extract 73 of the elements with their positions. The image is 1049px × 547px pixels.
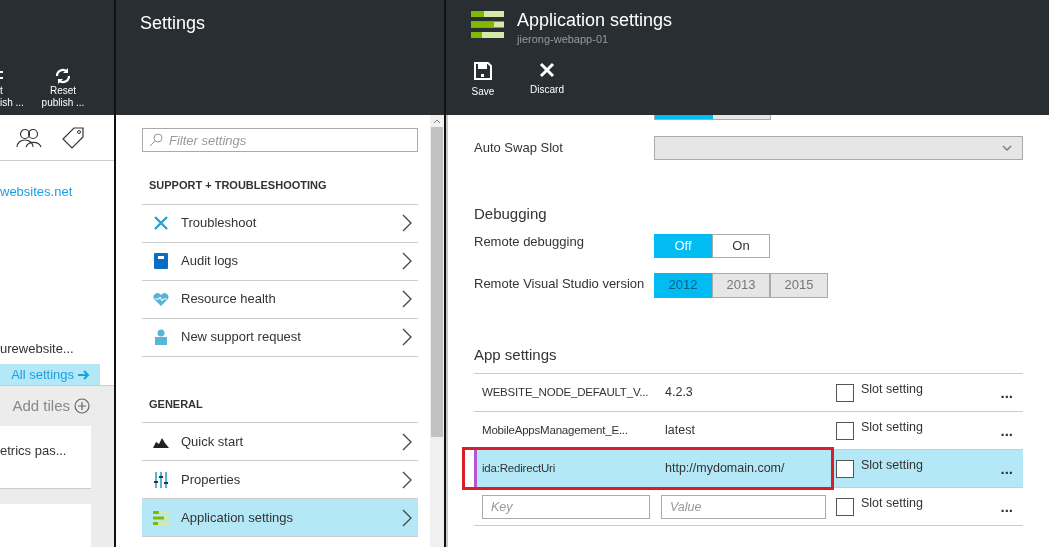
blade-title: Settings — [140, 13, 206, 33]
settings-list-icon — [471, 11, 504, 38]
checkbox[interactable] — [836, 459, 854, 478]
settings-item-label: New support request — [181, 328, 302, 347]
more-button[interactable]: ... — [1000, 499, 1013, 514]
scrollbar[interactable] — [430, 115, 444, 547]
tools-icon — [153, 215, 169, 231]
close-icon — [539, 61, 555, 78]
more-button[interactable]: ... — [1000, 385, 1013, 400]
chevron-right-icon — [402, 290, 412, 308]
refresh-icon — [54, 67, 72, 85]
settings-item-label: Resource health — [181, 290, 277, 309]
save-icon — [474, 61, 492, 80]
toolbar-button[interactable]: Reset publish ... — [38, 67, 88, 109]
settings-item-label: Troubleshoot — [181, 214, 258, 233]
slot-setting-label: Slot setting — [861, 419, 924, 437]
field-label: Auto Swap Slot — [474, 139, 564, 158]
chevron-right-icon — [402, 432, 412, 451]
settings-item-label: Application settings — [181, 508, 294, 527]
checkbox[interactable] — [836, 497, 854, 516]
setting-value: http://mydomain.com/ — [665, 460, 785, 478]
host-name: urewebsite... — [0, 339, 75, 358]
search-icon — [149, 133, 163, 147]
tile-card[interactable]: etrics pas... — [0, 426, 91, 489]
field-label: Remote Visual Studio version — [474, 274, 646, 293]
toggle-option[interactable]: On — [712, 233, 770, 258]
sliders-icon — [153, 471, 169, 488]
settings-list-icon — [153, 510, 169, 525]
tag-icon[interactable] — [62, 126, 84, 149]
command-button[interactable]: Discard — [525, 61, 569, 99]
key-field[interactable]: Key — [482, 494, 650, 519]
chevron-right-icon — [402, 508, 412, 527]
blade-subtitle: jierong-webapp-01 — [517, 32, 610, 47]
add-icon[interactable] — [74, 398, 90, 414]
settings-item-label: Audit logs — [181, 252, 240, 271]
slot-setting-label: Slot setting — [861, 457, 924, 475]
setting-key: MobileAppsManagement_E... — [482, 421, 628, 440]
toggle-segment[interactable] — [712, 115, 770, 119]
arrow-right-icon — [78, 369, 90, 380]
toggle-segment[interactable] — [655, 115, 713, 119]
chevron-right-icon — [402, 470, 412, 489]
checkbox[interactable] — [836, 421, 854, 440]
chevron-down-icon — [1002, 145, 1012, 151]
person-icon — [154, 329, 168, 345]
setting-key: WEBSITE_NODE_DEFAULT_V... — [482, 383, 649, 402]
settings-item-label: Quick start — [181, 432, 245, 451]
settings-item-label: Properties — [181, 470, 242, 489]
field-label: Remote debugging — [474, 232, 585, 251]
section-heading: App settings — [474, 343, 1023, 374]
chevron-right-icon — [402, 214, 412, 232]
section-heading: Debugging — [474, 204, 548, 224]
more-button[interactable]: ... — [1000, 461, 1013, 476]
toolbar-button[interactable]: t ish ... — [0, 69, 30, 109]
setting-key: ida:RedirectUri — [482, 459, 556, 478]
chevron-right-icon — [402, 252, 412, 270]
book-icon — [154, 253, 168, 269]
chevron-right-icon — [402, 328, 412, 346]
slot-setting-label: Slot setting — [861, 381, 924, 399]
checkbox[interactable] — [836, 383, 854, 402]
more-button[interactable]: ... — [1000, 423, 1013, 438]
setting-value: latest — [665, 422, 695, 440]
value-field[interactable]: Value — [661, 494, 826, 519]
tile-text: etrics pas... — [0, 443, 67, 458]
app-setting-row[interactable]: WEBSITE_NODE_DEFAULT_V... 4.2.3 Slot setting ... — [474, 374, 1023, 412]
settings-item[interactable]: Application settings — [142, 499, 418, 537]
filter-field[interactable]: Filter settings — [142, 128, 418, 152]
command-button[interactable]: Save — [461, 61, 505, 99]
section-heading: SUPPORT + TROUBLESHOOTING — [142, 177, 418, 205]
slot-setting-label: Slot setting — [861, 495, 924, 513]
setting-value: 4.2.3 — [665, 384, 693, 402]
blade-title: Application settings — [517, 9, 673, 31]
users-icon[interactable] — [16, 127, 42, 148]
heart-icon — [153, 292, 169, 306]
